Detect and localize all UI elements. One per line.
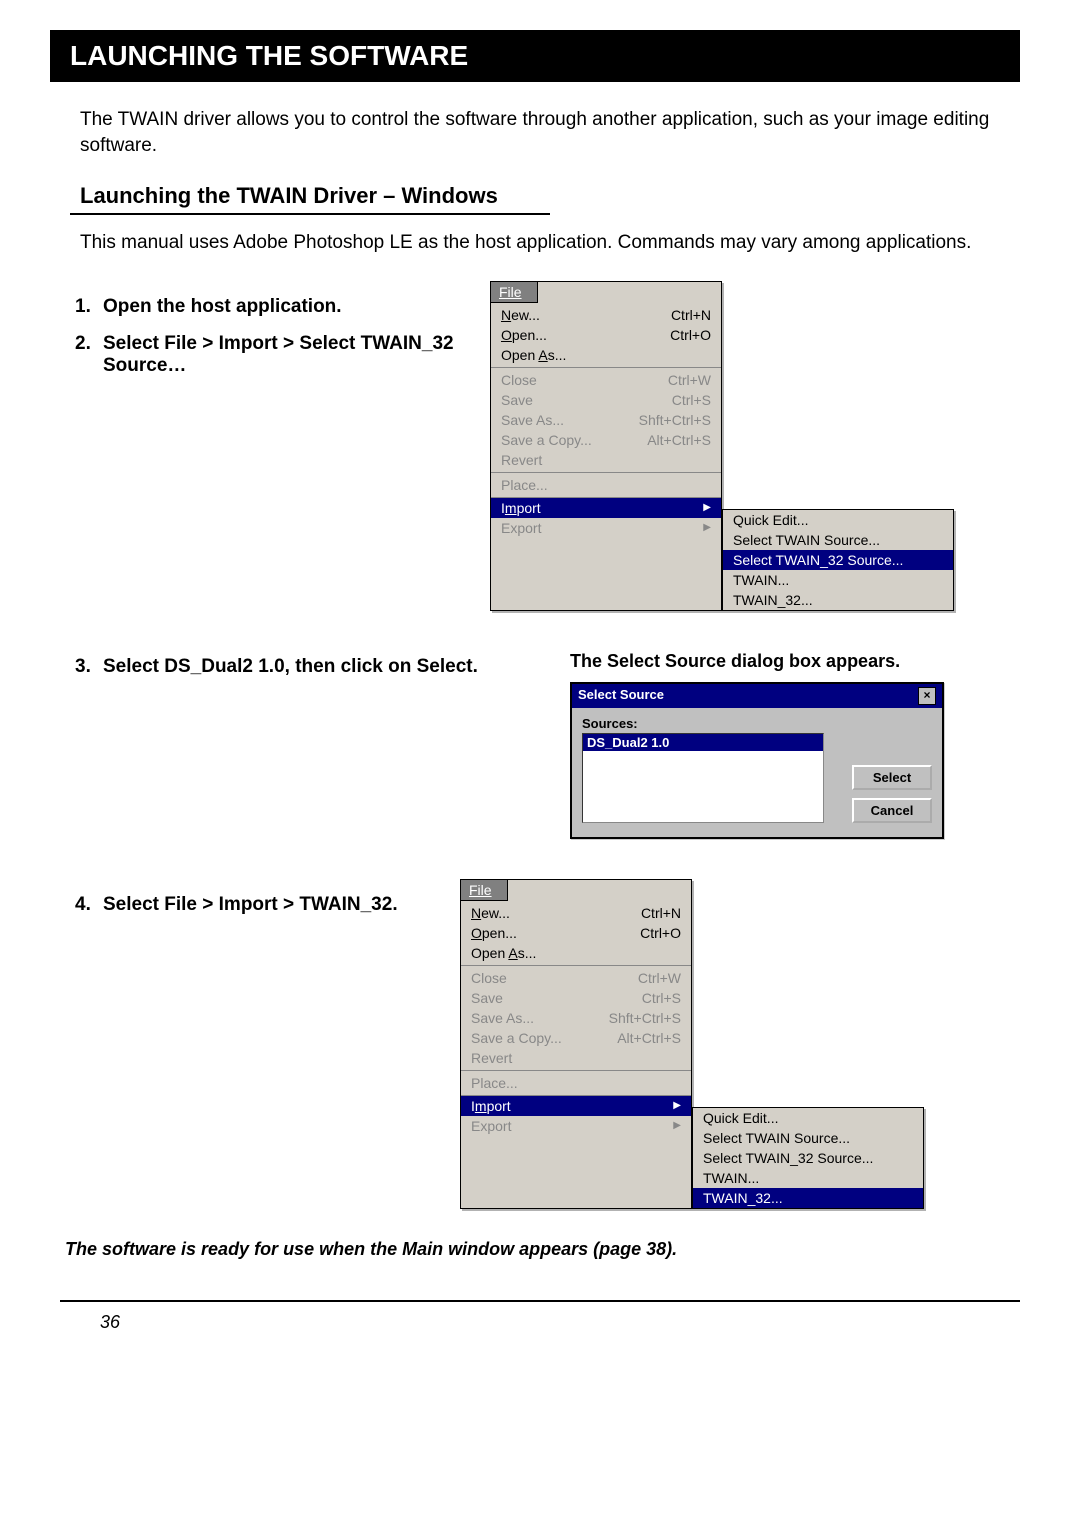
menu-save-as: Save As...Shft+Ctrl+S <box>461 1008 691 1028</box>
submenu-twain[interactable]: TWAIN... <box>693 1168 923 1188</box>
menu-open[interactable]: Open...Ctrl+O <box>461 923 691 943</box>
menu-save: SaveCtrl+S <box>491 390 721 410</box>
step-number: 2. <box>75 333 103 377</box>
chevron-right-icon: ▶ <box>673 1120 681 1131</box>
step-2: 2. Select File > Import > Select TWAIN_3… <box>75 333 490 377</box>
menu-open[interactable]: Open...Ctrl+O <box>491 325 721 345</box>
select-source-dialog: Select Source × Sources: DS_Dual2 1.0 Se… <box>570 682 944 839</box>
file-menu: File New...Ctrl+N Open...Ctrl+O Open As.… <box>460 879 692 1209</box>
section-title: LAUNCHING THE SOFTWARE <box>50 30 1020 82</box>
source-item[interactable]: DS_Dual2 1.0 <box>583 734 823 751</box>
file-tab[interactable]: File <box>490 281 538 303</box>
import-submenu: Quick Edit... Select TWAIN Source... Sel… <box>722 509 954 611</box>
step-4: 4. Select File > Import > TWAIN_32. <box>75 894 460 916</box>
subintro: This manual uses Adobe Photoshop LE as t… <box>80 230 1020 256</box>
step-text: Open the host application. <box>103 296 490 318</box>
file-menu-screenshot-1: File New...Ctrl+N Open...Ctrl+O Open As.… <box>490 281 1020 611</box>
step-text: Select File > Import > Select TWAIN_32 S… <box>103 333 490 377</box>
menu-save-as: Save As...Shft+Ctrl+S <box>491 410 721 430</box>
file-menu: File New...Ctrl+N Open...Ctrl+O Open As.… <box>490 281 722 611</box>
submenu-select-twain32[interactable]: Select TWAIN_32 Source... <box>723 550 953 570</box>
dialog-caption: The Select Source dialog box appears. <box>570 651 1020 672</box>
menu-save: SaveCtrl+S <box>461 988 691 1008</box>
dialog-title-text: Select Source <box>578 687 664 705</box>
import-submenu: Quick Edit... Select TWAIN Source... Sel… <box>692 1107 924 1209</box>
chevron-right-icon: ▶ <box>673 1100 681 1111</box>
sources-list[interactable]: DS_Dual2 1.0 <box>582 733 824 823</box>
submenu-twain32-highlight[interactable]: TWAIN_32... <box>693 1188 923 1208</box>
step-number: 1. <box>75 296 103 318</box>
step-number: 3. <box>75 656 103 678</box>
menu-new[interactable]: New...Ctrl+N <box>491 305 721 325</box>
sources-label: Sources: <box>582 716 842 731</box>
dialog-titlebar: Select Source × <box>572 684 942 708</box>
file-menu-screenshot-2: File New...Ctrl+N Open...Ctrl+O Open As.… <box>460 879 1020 1209</box>
submenu-select-twain[interactable]: Select TWAIN Source... <box>693 1128 923 1148</box>
menu-revert: Revert <box>461 1048 691 1068</box>
step-text: Select DS_Dual2 1.0, then click on Selec… <box>103 656 570 678</box>
step-number: 4. <box>75 894 103 916</box>
menu-new[interactable]: New...Ctrl+N <box>461 903 691 923</box>
menu-import[interactable]: Import▶ <box>491 498 721 518</box>
menu-place: Place... <box>491 475 721 495</box>
submenu-quick-edit[interactable]: Quick Edit... <box>693 1108 923 1128</box>
menu-open-as[interactable]: Open As... <box>491 345 721 365</box>
chevron-right-icon: ▶ <box>703 522 711 533</box>
menu-import[interactable]: Import▶ <box>461 1096 691 1116</box>
submenu-select-twain[interactable]: Select TWAIN Source... <box>723 530 953 550</box>
menu-export: Export▶ <box>461 1116 691 1136</box>
menu-save-copy: Save a Copy...Alt+Ctrl+S <box>461 1028 691 1048</box>
submenu-quick-edit[interactable]: Quick Edit... <box>723 510 953 530</box>
intro-text: The TWAIN driver allows you to control t… <box>80 107 1020 158</box>
select-button[interactable]: Select <box>852 765 932 790</box>
submenu-select-twain32[interactable]: Select TWAIN_32 Source... <box>693 1148 923 1168</box>
step-text: Select File > Import > TWAIN_32. <box>103 894 460 916</box>
menu-close: CloseCtrl+W <box>461 968 691 988</box>
submenu-twain[interactable]: TWAIN... <box>723 570 953 590</box>
file-tab[interactable]: File <box>460 879 508 901</box>
menu-place: Place... <box>461 1073 691 1093</box>
submenu-twain32[interactable]: TWAIN_32... <box>723 590 953 610</box>
menu-revert: Revert <box>491 450 721 470</box>
menu-close: CloseCtrl+W <box>491 370 721 390</box>
menu-open-as[interactable]: Open As... <box>461 943 691 963</box>
menu-export: Export▶ <box>491 518 721 538</box>
close-icon[interactable]: × <box>918 687 936 705</box>
step-1: 1. Open the host application. <box>75 296 490 318</box>
ready-note: The software is ready for use when the M… <box>65 1239 1020 1260</box>
divider <box>70 213 550 215</box>
subheading: Launching the TWAIN Driver – Windows <box>80 183 1020 209</box>
cancel-button[interactable]: Cancel <box>852 798 932 823</box>
chevron-right-icon: ▶ <box>703 502 711 513</box>
menu-save-copy: Save a Copy...Alt+Ctrl+S <box>491 430 721 450</box>
page-number: 36 <box>100 1312 1020 1333</box>
step-3: 3. Select DS_Dual2 1.0, then click on Se… <box>75 656 570 678</box>
footer-divider <box>60 1300 1020 1302</box>
